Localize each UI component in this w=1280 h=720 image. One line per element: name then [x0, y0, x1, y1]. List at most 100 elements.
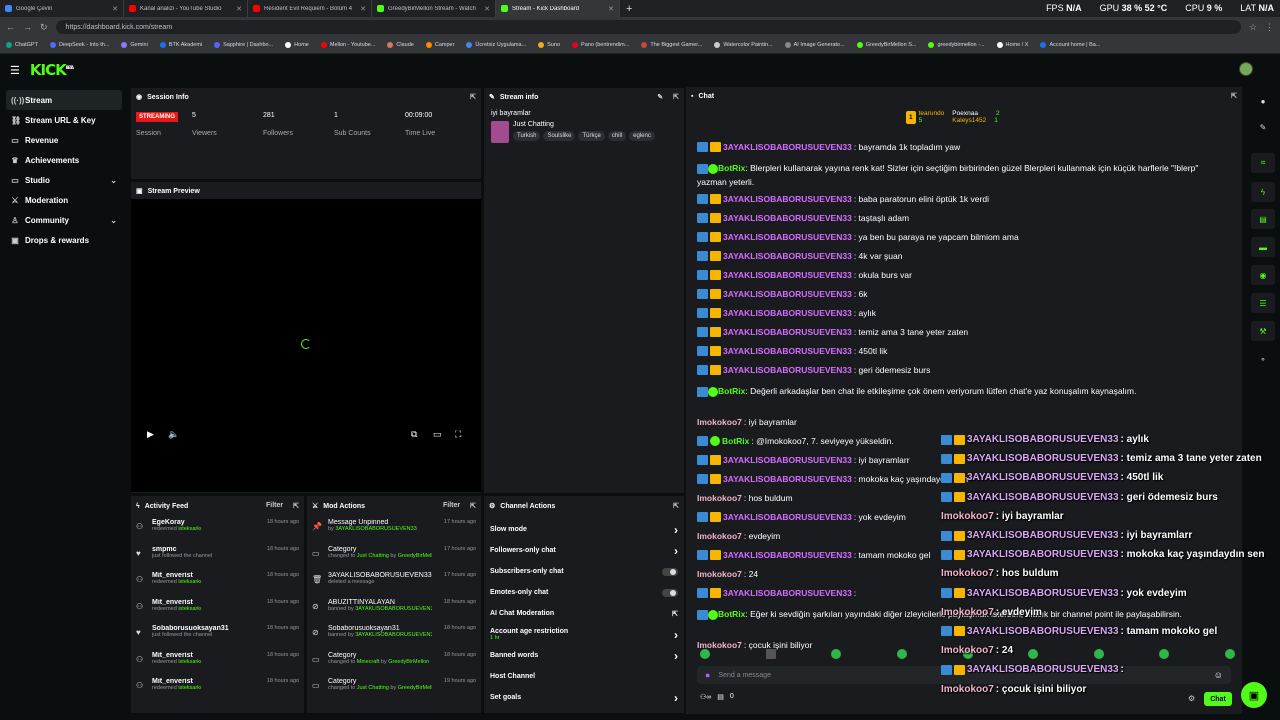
chat-username[interactable]: Imokokoo7: [697, 417, 742, 427]
close-icon[interactable]: ✕: [608, 5, 614, 13]
chat-username[interactable]: 3AYAKLISOBABORUSUEVEN33: [723, 474, 852, 484]
channel-action-ai-chat-moderation[interactable]: AI Chat Moderation ⇱: [484, 603, 684, 624]
theater-icon[interactable]: ▭: [433, 429, 442, 440]
bookmark[interactable]: Watercolor Paintin...: [714, 42, 773, 48]
url-input[interactable]: https://dashboard.kick.com/stream: [55, 20, 1241, 34]
chat-username[interactable]: BotRix: [722, 436, 749, 446]
bookmark[interactable]: Sapphire | Dashbo...: [214, 42, 273, 48]
forward-icon[interactable]: →: [23, 22, 32, 32]
chat-username[interactable]: 3AYAKLISOBABORUSUEVEN33: [723, 512, 852, 522]
bookmark[interactable]: greedybirmellon -...: [928, 42, 985, 48]
toggle-switch[interactable]: [662, 588, 678, 597]
chat-username[interactable]: BotRix: [718, 163, 745, 173]
tag[interactable]: Soulslike: [543, 131, 576, 141]
list-icon[interactable]: ☰: [1251, 293, 1275, 313]
popout-icon[interactable]: ⇱: [673, 502, 679, 510]
user-name[interactable]: Mit_enverist: [152, 599, 255, 606]
user-name[interactable]: Mit_enverist: [152, 678, 255, 685]
chat-username[interactable]: Imokokoo7: [697, 569, 742, 579]
chat-username[interactable]: 3AYAKLISOBABORUSUEVEN33: [723, 308, 852, 318]
chat-username[interactable]: 3AYAKLISOBABORUSUEVEN33: [723, 455, 852, 465]
sidebar-item-studio[interactable]: ▭ Studio ⌄: [6, 170, 122, 190]
volume-icon[interactable]: 🔈: [168, 429, 179, 440]
browser-tab[interactable]: GreedyBirMellon Stream - Watch ✕: [372, 0, 496, 17]
people-icon[interactable]: ⚇∞: [700, 693, 711, 701]
sidebar-item-stream-url-key[interactable]: ⛓ Stream URL & Key: [6, 110, 122, 130]
chat-username[interactable]: 3AYAKLISOBABORUSUEVEN33: [723, 251, 852, 261]
bookmark[interactable]: Mellon - Youtube...: [320, 42, 375, 48]
microphone-icon[interactable]: ●: [705, 670, 710, 680]
menu-icon[interactable]: ☰: [10, 64, 20, 77]
browser-tab[interactable]: Google Çeviri ✕: [0, 0, 124, 17]
toggle-switch[interactable]: [662, 567, 678, 576]
popout-icon[interactable]: ⇱: [1231, 92, 1237, 100]
close-icon[interactable]: ✕: [112, 5, 118, 13]
star-icon[interactable]: ☆: [1249, 22, 1257, 33]
chat-username[interactable]: 3AYAKLISOBABORUSUEVEN33: [723, 232, 852, 242]
chat-username[interactable]: 3AYAKLISOBABORUSUEVEN33: [723, 142, 852, 152]
wrench-icon[interactable]: ⚒: [1251, 321, 1275, 341]
video-player[interactable]: ▶ 🔈 ⧉ ▭ ⛶: [131, 199, 481, 492]
sidebar-item-stream[interactable]: ((·)) Stream: [6, 90, 122, 110]
bookmark[interactable]: Ücretsiz Uygulama...: [466, 42, 526, 48]
bookmark[interactable]: BTK Akademi: [159, 42, 202, 48]
edit-icon[interactable]: ✎: [657, 93, 663, 101]
sidebar-item-achievements[interactable]: ♛ Achievements: [6, 150, 122, 170]
tag[interactable]: eglenc: [629, 131, 655, 141]
user-name[interactable]: Mit_enverist: [152, 652, 255, 659]
reload-icon[interactable]: ↻: [40, 22, 48, 33]
bookmark[interactable]: AI Image Generato...: [784, 42, 845, 48]
chat-username[interactable]: 3AYAKLISOBABORUSUEVEN33: [723, 194, 852, 204]
chat-username[interactable]: Imokokoo7: [697, 493, 742, 503]
play-icon[interactable]: ▶: [147, 429, 154, 440]
info-icon[interactable]: ●: [1251, 91, 1275, 111]
browser-tab[interactable]: Stream - Kick Dashboard ✕: [496, 0, 620, 17]
chat-username[interactable]: Imokokoo7: [697, 531, 742, 541]
bookmark[interactable]: Gemini: [121, 42, 148, 48]
bookmark[interactable]: Home / X: [996, 42, 1028, 48]
category-name[interactable]: Just Chatting: [513, 121, 655, 128]
sidebar-item-moderation[interactable]: ⚔ Moderation: [6, 190, 122, 210]
close-icon[interactable]: ✕: [360, 5, 366, 13]
bookmark[interactable]: GreedyBirMellon S...: [856, 42, 916, 48]
bookmark[interactable]: Home: [285, 42, 309, 48]
bookmark[interactable]: Suno: [538, 42, 560, 48]
back-icon[interactable]: ←: [6, 22, 15, 32]
channel-action-followers-only-chat[interactable]: Followers-only chat ›: [484, 540, 684, 561]
pip-icon[interactable]: ⧉: [411, 429, 417, 440]
leader-name[interactable]: tearundo: [919, 110, 945, 117]
popout-icon[interactable]: ⇱: [293, 502, 299, 510]
fullscreen-icon[interactable]: ⛶: [455, 429, 461, 440]
emote-icon[interactable]: [765, 649, 776, 659]
channel-action-slow-mode[interactable]: Slow mode ›: [484, 519, 684, 540]
user-name[interactable]: Mit_enverist: [152, 572, 255, 579]
filter-button[interactable]: Filter: [443, 502, 460, 510]
browser-menu-icon[interactable]: ⋮: [1265, 22, 1274, 33]
leader-name[interactable]: Kaleys1452: [952, 117, 986, 124]
chat-username[interactable]: 3AYAKLISOBABORUSUEVEN33: [723, 327, 852, 337]
kick-logo[interactable]: KICKBETA: [30, 61, 74, 79]
chat-username[interactable]: 3AYAKLISOBABORUSUEVEN33: [723, 346, 852, 356]
bookmark[interactable]: Claude: [387, 42, 414, 48]
chat-username[interactable]: 3AYAKLISOBABORUSUEVEN33: [723, 550, 852, 560]
leader-name[interactable]: Poexnaa: [952, 110, 978, 117]
new-tab-button[interactable]: +: [620, 3, 638, 15]
tag[interactable]: Türkçe: [578, 131, 605, 141]
chat-username[interactable]: 3AYAKLISOBABORUSUEVEN33: [723, 588, 852, 598]
tag[interactable]: Turkish: [513, 131, 541, 141]
browser-tab[interactable]: Kanal analizi - YouTube Studio ✕: [124, 0, 248, 17]
crop-icon[interactable]: ⌗: [1251, 153, 1275, 173]
popout-icon[interactable]: ⇱: [673, 93, 679, 101]
user-name[interactable]: smpmc: [152, 546, 255, 553]
chat-username[interactable]: 3AYAKLISOBABORUSUEVEN33: [723, 213, 852, 223]
user-name[interactable]: Sobaborusuoksayan31: [152, 625, 255, 632]
chat-bubble-icon[interactable]: ▬: [1251, 237, 1275, 257]
chat-username[interactable]: 3AYAKLISOBABORUSUEVEN33: [723, 270, 852, 280]
chat-username[interactable]: BotRix: [718, 386, 745, 396]
browser-tab[interactable]: Resident Evil Requiem - Bölüm 4 ✕: [248, 0, 372, 17]
lightning-icon[interactable]: ϟ: [1251, 182, 1275, 202]
avatar[interactable]: [1239, 62, 1253, 76]
bookmark[interactable]: ChatGPT: [6, 42, 38, 48]
bookmark[interactable]: Account home | Ba...: [1040, 42, 1100, 48]
close-icon[interactable]: ✕: [236, 5, 242, 13]
